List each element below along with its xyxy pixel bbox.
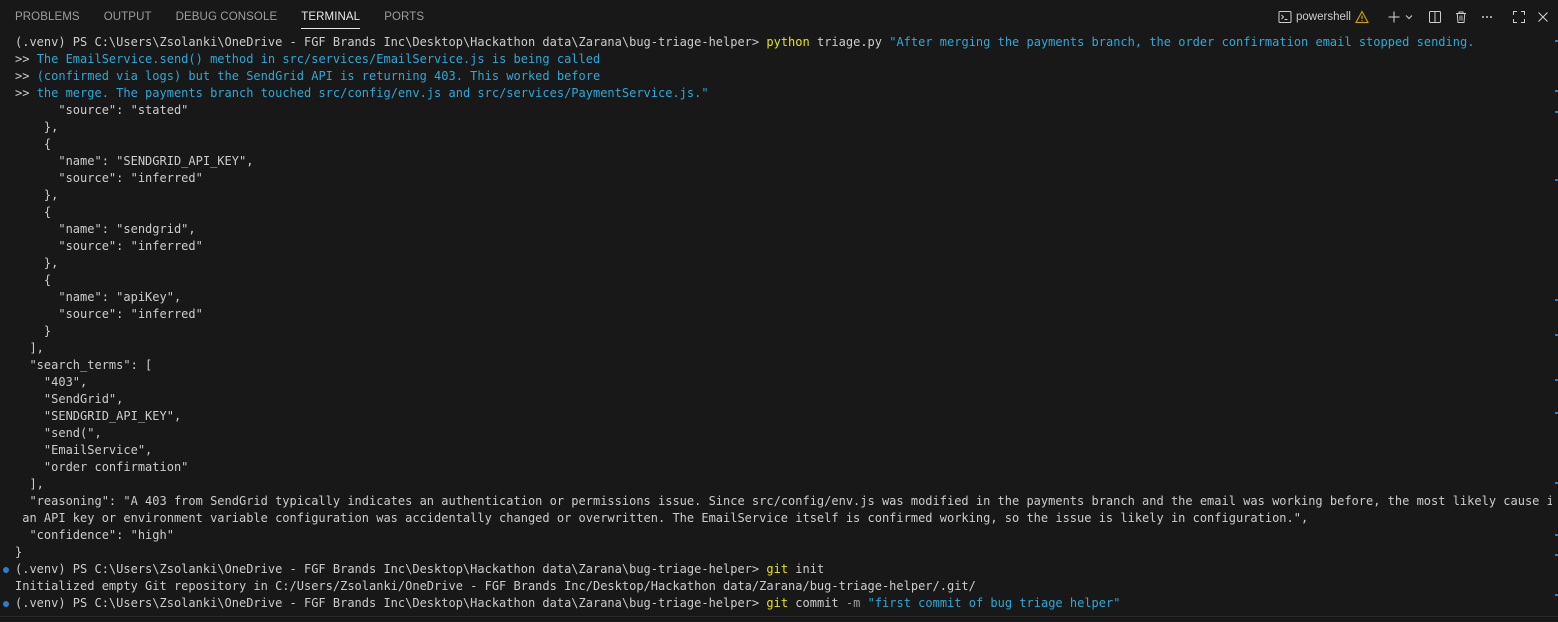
terminal-line-command: (.venv) PS C:\Users\Zsolanki\OneDrive - … xyxy=(15,561,824,578)
terminal-output-line: Initialized empty Git repository in C:/U… xyxy=(15,579,976,593)
maximize-icon xyxy=(1512,10,1526,24)
tab-terminal[interactable]: TERMINAL xyxy=(301,0,361,34)
terminal-output-line: an API key or environment variable confi… xyxy=(15,511,1309,525)
launch-profile-button[interactable] xyxy=(1404,6,1414,28)
terminal-output-line: "send(", xyxy=(15,426,102,440)
terminal-output-line: "SENDGRID_API_KEY", xyxy=(15,409,182,423)
continuation-text: the merge. The payments branch touched s… xyxy=(36,86,709,100)
terminal-viewport[interactable]: (.venv) PS C:\Users\Zsolanki\OneDrive - … xyxy=(0,34,1552,614)
split-terminal-button[interactable] xyxy=(1428,6,1442,28)
panel-actions: powershell xyxy=(1278,0,1550,34)
terminal-line-command: (.venv) PS C:\Users\Zsolanki\OneDrive - … xyxy=(15,595,1120,612)
continuation-marker: >> xyxy=(15,52,30,66)
command-flag: -m xyxy=(845,596,861,610)
close-panel-button[interactable] xyxy=(1536,6,1550,28)
command-args: triage.py xyxy=(816,35,882,49)
command-program: git xyxy=(766,562,789,576)
terminal-output-line: "source": "inferred" xyxy=(15,239,203,253)
prompt: (.venv) PS C:\Users\Zsolanki\OneDrive - … xyxy=(15,35,760,49)
terminal-output-line: }, xyxy=(15,188,59,202)
terminal-output-line: "EmailService", xyxy=(15,443,153,457)
terminal-output-line: "reasoning": "A 403 from SendGrid typica… xyxy=(15,494,1552,508)
add-icon xyxy=(1387,10,1401,24)
terminal-output-line: "confidence": "high" xyxy=(15,528,174,542)
continuation-text: (confirmed via logs) but the SendGrid AP… xyxy=(36,69,601,83)
tab-problems[interactable]: PROBLEMS xyxy=(15,0,80,34)
continuation-text: The EmailService.send() method in src/se… xyxy=(36,52,601,66)
ellipsis-icon xyxy=(1480,10,1494,24)
terminal-output-line: }, xyxy=(15,256,59,270)
terminal-icon xyxy=(1278,10,1292,24)
more-actions-button[interactable] xyxy=(1480,6,1494,28)
maximize-panel-button[interactable] xyxy=(1512,6,1526,28)
terminal-output-line: { xyxy=(15,273,52,287)
panel-header: PROBLEMS OUTPUT DEBUG CONSOLE TERMINAL P… xyxy=(0,0,1558,34)
command-args: commit xyxy=(795,596,839,610)
trash-icon xyxy=(1454,10,1468,24)
panel-tabs: PROBLEMS OUTPUT DEBUG CONSOLE TERMINAL P… xyxy=(0,0,448,34)
continuation-marker: >> xyxy=(15,69,30,83)
terminal-output-line: "source": "inferred" xyxy=(15,171,203,185)
terminal-output-line: "name": "apiKey", xyxy=(15,290,182,304)
terminal-output-line: ], xyxy=(15,477,44,491)
command-decoration-icon[interactable] xyxy=(3,567,9,573)
terminal-line-continuation: >> The EmailService.send() method in src… xyxy=(15,51,600,68)
terminal-output-line: } xyxy=(15,324,52,338)
terminal-line-continuation: >> the merge. The payments branch touche… xyxy=(15,85,709,102)
kill-terminal-button[interactable] xyxy=(1454,6,1468,28)
close-icon xyxy=(1536,10,1550,24)
terminal-output-line: "name": "sendgrid", xyxy=(15,222,196,236)
warning-icon xyxy=(1355,10,1369,24)
tab-debug-console[interactable]: DEBUG CONSOLE xyxy=(176,0,278,34)
tab-output[interactable]: OUTPUT xyxy=(104,0,152,34)
command-program: git xyxy=(766,596,789,610)
prompt: (.venv) PS C:\Users\Zsolanki\OneDrive - … xyxy=(15,562,760,576)
status-bar xyxy=(0,616,1558,622)
terminal-output-line: ], xyxy=(15,341,44,355)
terminal-scrollbar[interactable] xyxy=(1552,34,1558,614)
terminal-output-line: "search_terms": [ xyxy=(15,358,153,372)
terminal-output-line: } xyxy=(15,545,23,559)
terminal-line-command: (.venv) PS C:\Users\Zsolanki\OneDrive - … xyxy=(15,34,1474,51)
new-terminal-button[interactable] xyxy=(1387,6,1401,28)
shell-label: powershell xyxy=(1296,11,1351,23)
command-program: python xyxy=(766,35,810,49)
command-string: "After merging the payments branch, the … xyxy=(889,35,1475,49)
terminal-output-line: "SendGrid", xyxy=(15,392,124,406)
terminal-line-continuation: >> (confirmed via logs) but the SendGrid… xyxy=(15,68,600,85)
terminal-output-line: "source": "inferred" xyxy=(15,307,203,321)
command-string: "first commit of bug triage helper" xyxy=(867,596,1121,610)
command-decoration-icon[interactable] xyxy=(3,601,9,607)
command-args: init xyxy=(795,562,825,576)
continuation-marker: >> xyxy=(15,86,30,100)
terminal-output-line: "name": "SENDGRID_API_KEY", xyxy=(15,154,254,168)
terminal-output-line: }, xyxy=(15,120,59,134)
split-icon xyxy=(1428,10,1442,24)
terminal-output-line: "403", xyxy=(15,375,88,389)
terminal-output-line: "order confirmation" xyxy=(15,460,189,474)
tab-ports[interactable]: PORTS xyxy=(384,0,424,34)
terminal-output-line: { xyxy=(15,205,52,219)
chevron-down-icon xyxy=(1404,12,1414,22)
prompt: (.venv) PS C:\Users\Zsolanki\OneDrive - … xyxy=(15,596,760,610)
terminal-output-line: { xyxy=(15,137,52,151)
terminal-output-line: "source": "stated" xyxy=(15,103,189,117)
terminal-shell-selector[interactable]: powershell xyxy=(1278,6,1369,28)
